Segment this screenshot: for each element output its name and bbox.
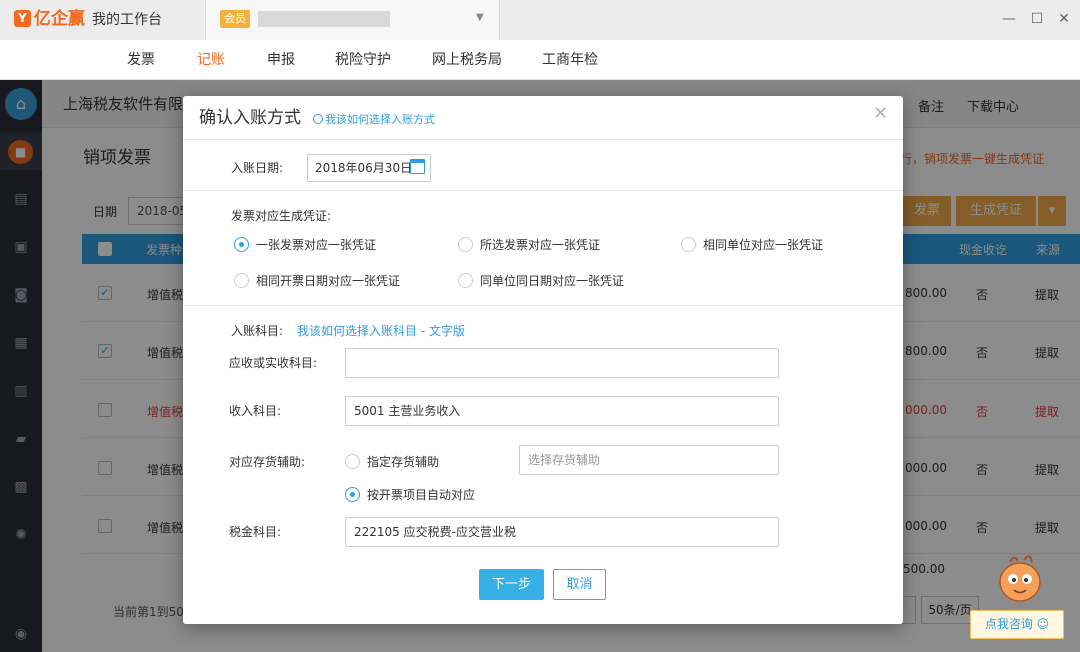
radio-one-invoice-one-voucher[interactable] [234,237,249,252]
radio-specify-inventory[interactable] [345,454,360,469]
nav-item-online-tax-bureau[interactable]: 网上税务局 [432,50,502,70]
divider [183,190,903,191]
radio-selected-invoices-one-voucher[interactable] [458,237,473,252]
radio-same-date-one-voucher[interactable] [234,273,249,288]
tax-account-label: 税金科目: [229,525,282,539]
radio-label[interactable]: 所选发票对应一张凭证 [480,237,600,253]
divider [183,305,903,306]
masked-account-name [258,11,390,27]
receivable-label: 应收或实收科目: [229,356,318,370]
radio-label[interactable]: 一张发票对应一张凭证 [256,237,376,253]
radio-label[interactable]: 指定存货辅助 [367,454,439,470]
receivable-input[interactable] [345,348,779,378]
logo-icon: Y [14,10,31,27]
income-account-input[interactable]: 5001 主营业务收入 [345,396,779,426]
close-window-icon[interactable]: ✕ [1053,8,1075,30]
radio-label[interactable]: 按开票项目自动对应 [367,487,475,503]
income-label: 收入科目: [229,404,282,418]
radio-same-unit-one-voucher[interactable] [681,237,696,252]
radio-label[interactable]: 相同单位对应一张凭证 [703,237,823,253]
next-step-button[interactable]: 下一步 [479,569,544,600]
account-help-link[interactable]: 我该如何选择入账科目 - 文字版 [297,323,465,339]
radio-auto-match-inventory[interactable] [345,487,360,502]
chevron-down-icon[interactable]: ▼ [476,12,484,23]
logo-text: 亿企赢 [34,9,85,29]
voucher-mode-label: 发票对应生成凭证: [231,209,332,223]
radio-label[interactable]: 同单位同日期对应一张凭证 [480,273,624,289]
main-nav [0,40,1080,80]
tax-account-input[interactable]: 222105 应交税费-应交营业税 [345,517,779,547]
divider [183,139,903,140]
info-circle-icon [313,114,323,124]
nav-item-invoice[interactable]: 发票 [127,50,155,70]
nav-item-declare[interactable]: 申报 [267,50,295,70]
nav-item-annual-inspection[interactable]: 工商年检 [542,50,598,70]
account-label: 入账科目: [231,324,284,338]
inventory-select[interactable]: 选择存货辅助 [519,445,779,475]
bookkeeping-date-label: 入账日期: [231,161,284,175]
inventory-label: 对应存货辅助: [229,455,306,469]
radio-label[interactable]: 相同开票日期对应一张凭证 [256,273,400,289]
maximize-icon[interactable]: ☐ [1026,8,1048,30]
workbench-title: 我的工作台 [92,12,162,28]
minimize-icon[interactable]: — [998,8,1020,30]
close-icon[interactable]: ✕ [873,104,888,124]
consult-button[interactable]: 点我咨询 ☺ [970,610,1064,639]
radio-same-unit-date-one-voucher[interactable] [458,273,473,288]
dialog-title: 确认入账方式 [199,108,301,128]
mascot-icon[interactable] [992,552,1048,608]
title-bar [0,0,1080,40]
cancel-button[interactable]: 取消 [553,569,606,600]
bookkeeping-help-link[interactable]: 我该如何选择入账方式 [313,113,435,127]
nav-item-bookkeeping[interactable]: 记账 [197,50,225,70]
calendar-icon[interactable] [410,159,425,174]
member-badge: 会员 [220,10,250,28]
nav-item-tax-risk[interactable]: 税险守护 [335,50,391,70]
